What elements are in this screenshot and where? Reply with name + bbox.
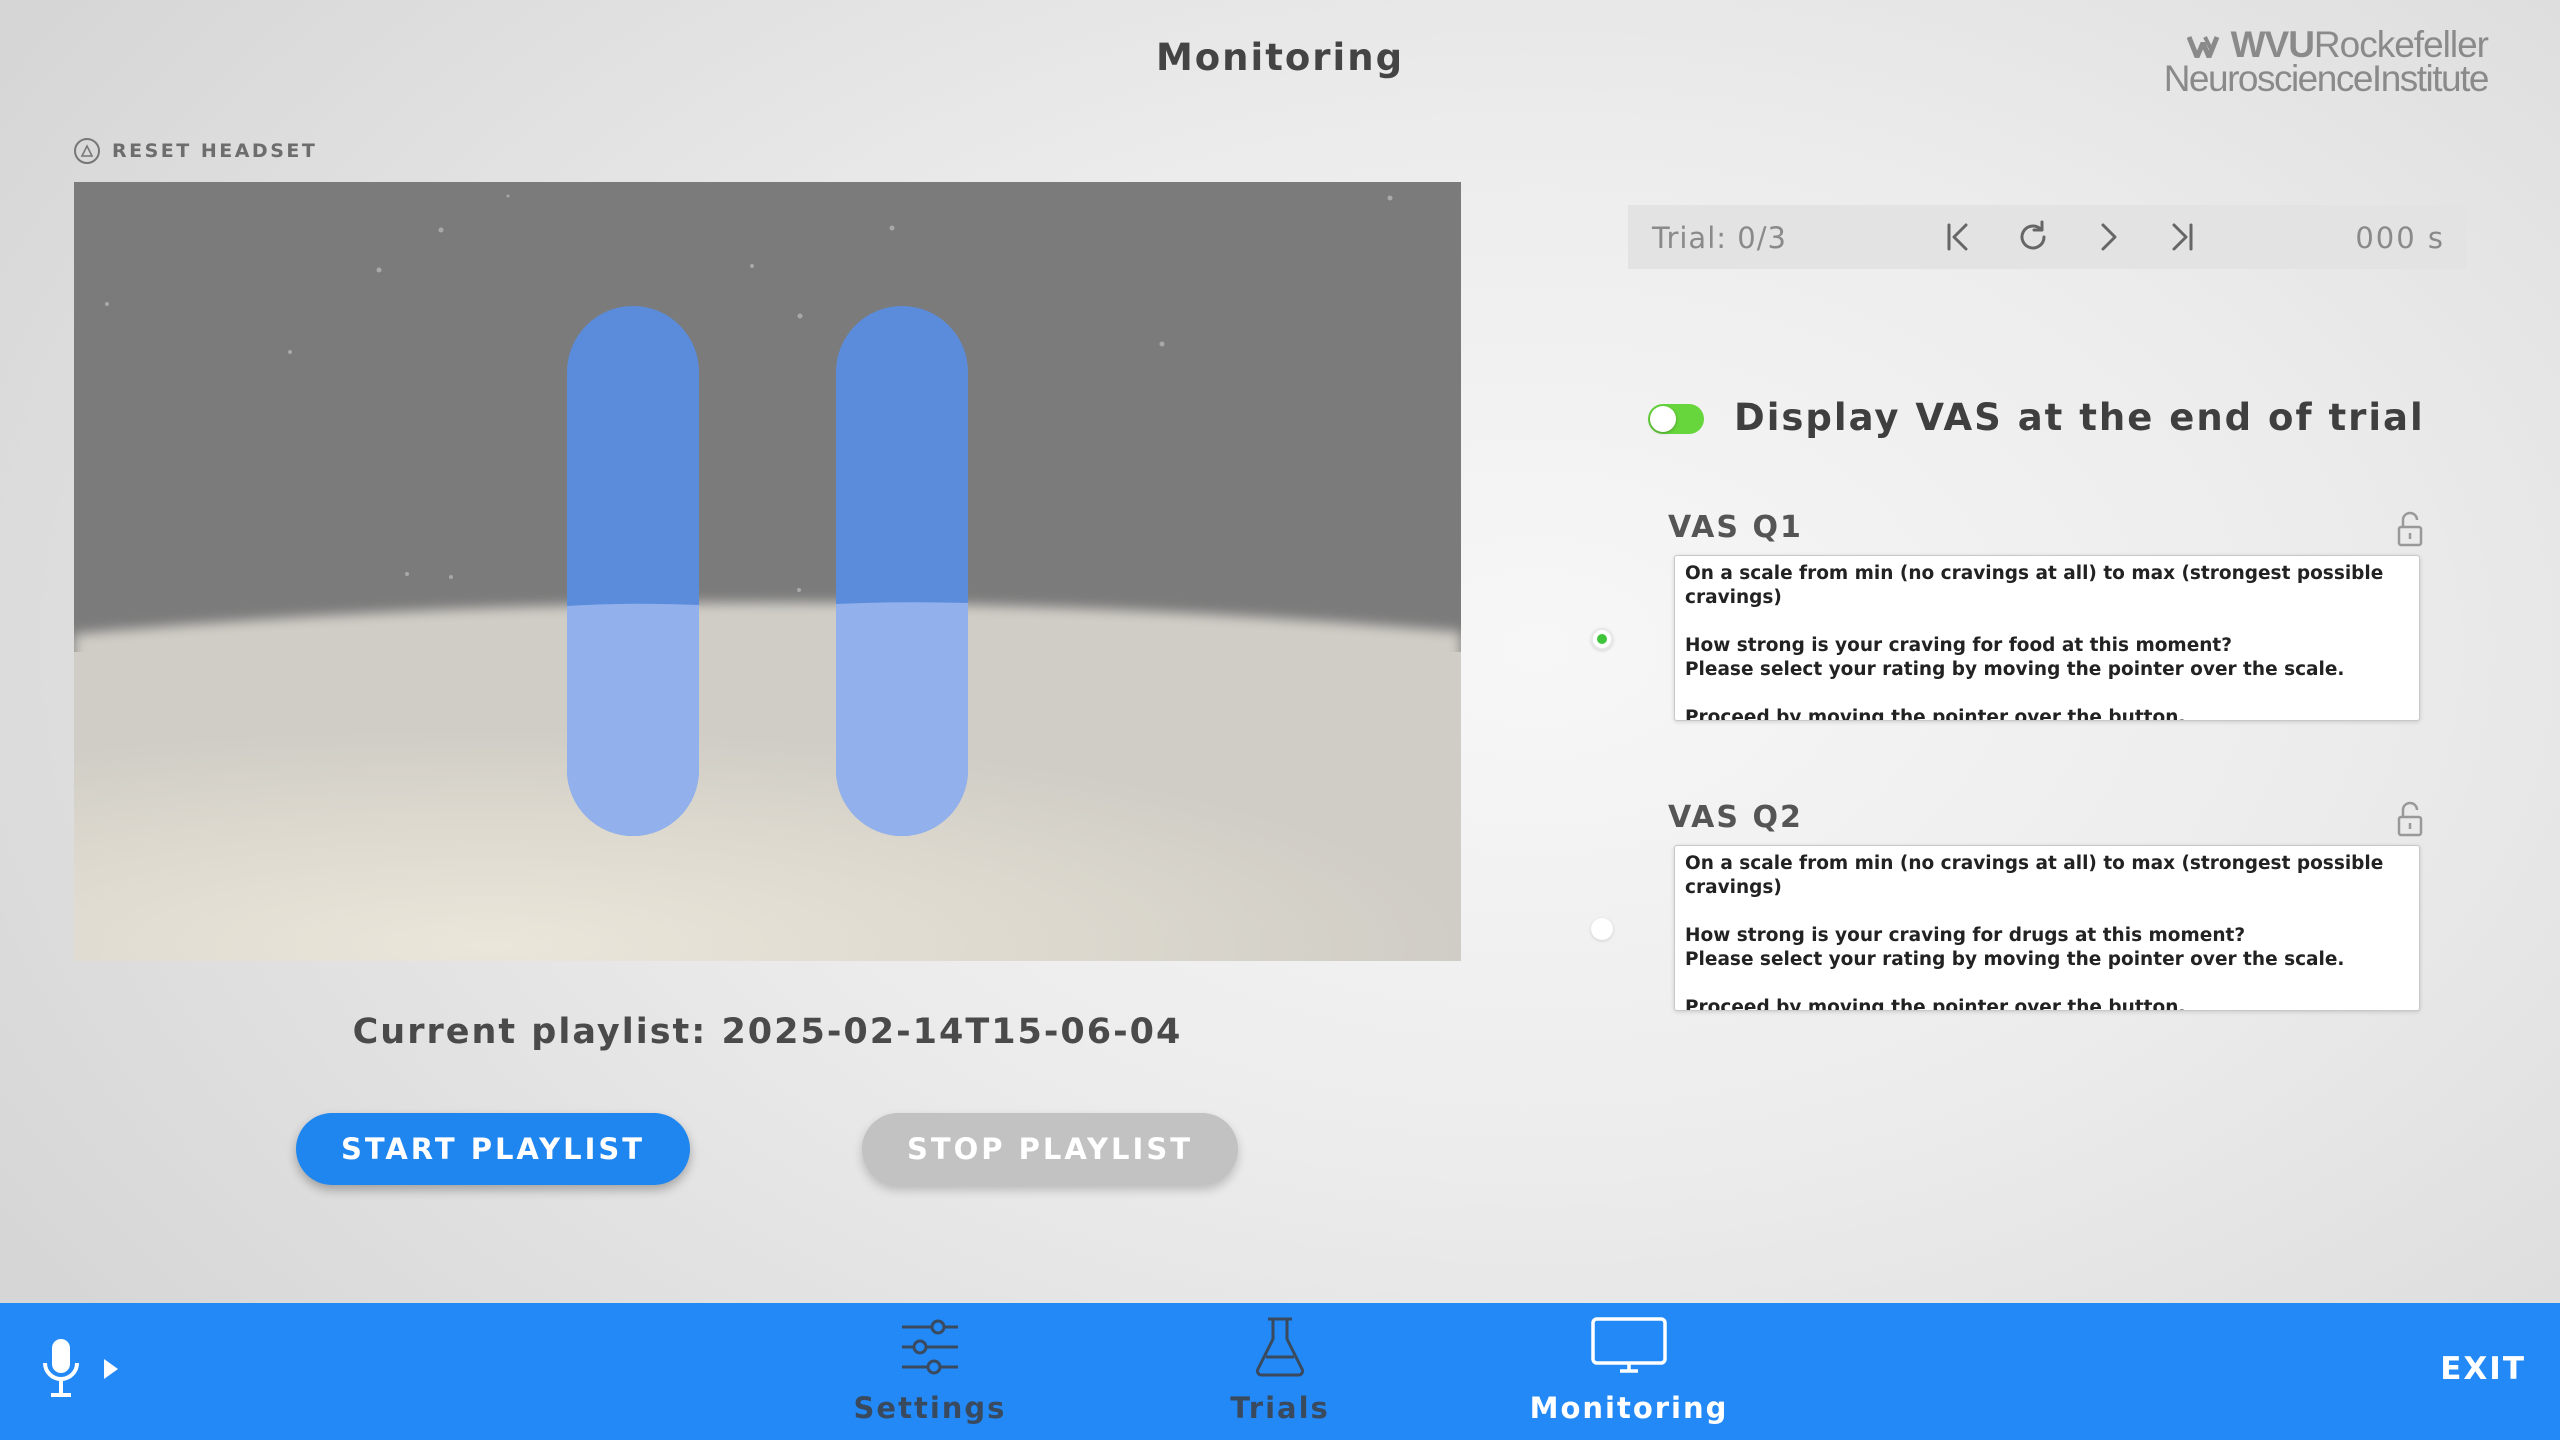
toggle-knob [1650,406,1676,432]
reset-circle-icon [74,138,100,164]
vas-q2-text[interactable]: On a scale from min (no cravings at all)… [1674,845,2420,1011]
vas-q1-radio[interactable] [1591,628,1613,650]
logo-institute-text: NeuroscienceInstitute [2163,58,2490,99]
wvu-rockefeller-logo: WVURockefeller NeuroscienceInstitute [2008,24,2490,99]
exit-button[interactable]: EXIT [2440,1351,2526,1387]
start-playlist-button[interactable]: START PLAYLIST [296,1113,690,1185]
unlock-icon[interactable] [2395,800,2425,840]
sliders-icon [902,1319,958,1375]
bottom-nav-bar: Settings Trials Monitoring EXIT [0,1303,2560,1440]
nav-trials-label: Trials [1230,1391,1330,1425]
flask-icon [1255,1317,1305,1377]
voice-playback-control[interactable] [40,1337,130,1407]
nav-settings[interactable]: Settings [820,1303,1040,1440]
next-icon[interactable] [2088,217,2128,257]
vr-preview-view [74,182,1461,961]
nav-monitoring-label: Monitoring [1529,1391,1729,1425]
unlock-icon[interactable] [2395,510,2425,550]
trial-control-bar: Trial: 0/3 000 s [1628,205,2467,269]
vas-q2-title: VAS Q2 [1668,800,1803,835]
microphone-icon [43,1339,118,1397]
nav-trials[interactable]: Trials [1170,1303,1390,1440]
vas-q1-title: VAS Q1 [1668,510,1803,545]
nav-monitoring[interactable]: Monitoring [1519,1303,1739,1440]
current-playlist-label: Current playlist: 2025-02-14T15-06-04 [352,1012,1183,1052]
skip-to-start-icon[interactable] [1938,217,1978,257]
reset-headset-label: RESET HEADSET [112,140,318,162]
display-vas-label: Display VAS at the end of trial [1734,396,2425,439]
vas-q2-radio[interactable] [1591,918,1613,940]
trial-timer: 000 s [2355,221,2445,255]
skip-to-end-icon[interactable] [2162,217,2202,257]
stop-playlist-button[interactable]: STOP PLAYLIST [862,1113,1238,1185]
monitor-icon [1591,1317,1667,1373]
nav-settings-label: Settings [853,1391,1007,1425]
vas-q1-text[interactable]: On a scale from min (no cravings at all)… [1674,555,2420,721]
restart-icon[interactable] [2013,217,2053,257]
display-vas-toggle[interactable] [1648,404,1704,434]
trial-counter: Trial: 0/3 [1652,221,1787,255]
reset-headset-button[interactable]: RESET HEADSET [74,136,317,166]
